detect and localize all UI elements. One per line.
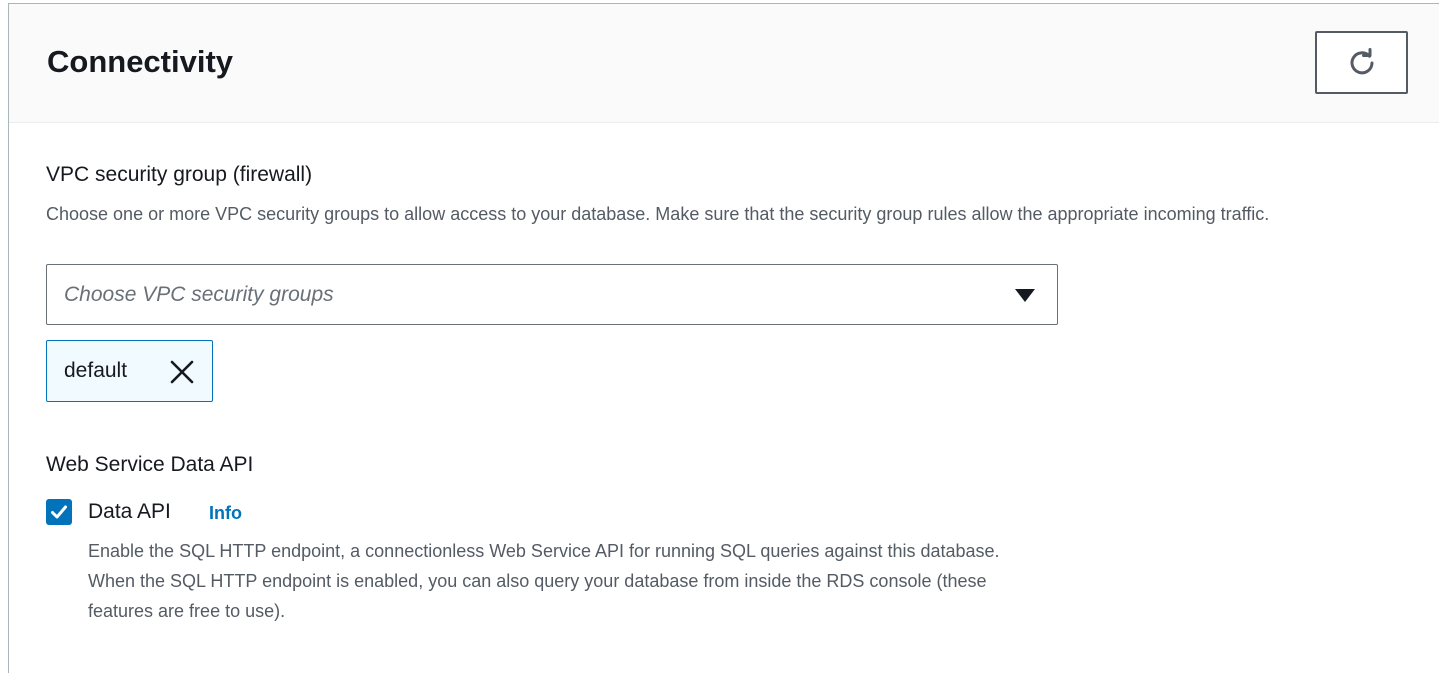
security-group-label: VPC security group (firewall) bbox=[46, 163, 313, 186]
security-group-select[interactable]: Choose VPC security groups bbox=[46, 264, 1058, 325]
data-api-section-label: Web Service Data API bbox=[46, 453, 254, 476]
refresh-button[interactable] bbox=[1315, 31, 1408, 94]
security-group-description: Choose one or more VPC security groups t… bbox=[46, 204, 1270, 224]
panel-title: Connectivity bbox=[47, 44, 234, 79]
data-api-label: Data API bbox=[88, 500, 171, 523]
panel-header: Connectivity bbox=[9, 4, 1439, 123]
data-api-description: Enable the SQL HTTP endpoint, a connecti… bbox=[88, 541, 1000, 621]
security-group-placeholder: Choose VPC security groups bbox=[64, 283, 334, 306]
info-link[interactable]: Info bbox=[209, 499, 242, 527]
refresh-icon bbox=[1347, 47, 1377, 78]
caret-down-icon bbox=[1015, 289, 1035, 302]
token-label: default bbox=[64, 359, 128, 382]
remove-token-button[interactable] bbox=[167, 357, 197, 387]
security-group-token: default bbox=[46, 340, 213, 402]
data-api-checkbox[interactable] bbox=[46, 499, 72, 525]
close-icon bbox=[167, 357, 197, 387]
